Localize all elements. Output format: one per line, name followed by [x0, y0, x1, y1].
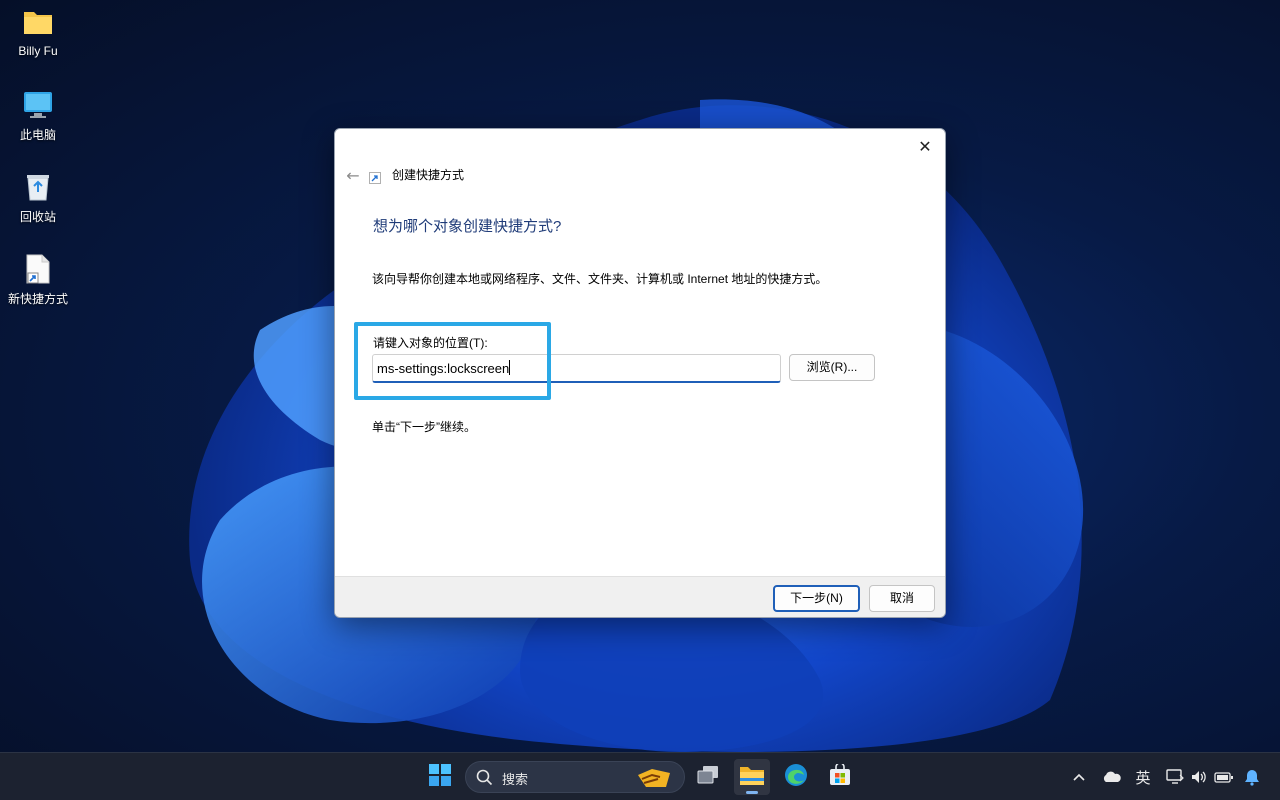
store-button[interactable]: [822, 759, 858, 795]
volume-icon[interactable]: [1189, 767, 1209, 787]
back-arrow-icon: ←: [346, 165, 360, 185]
close-button[interactable]: ✕: [911, 133, 939, 159]
store-icon: [829, 762, 851, 790]
search-placeholder: 搜索: [502, 772, 529, 787]
cancel-button[interactable]: 取消: [869, 585, 935, 612]
desktop-icon-label: 新快捷方式: [7, 292, 68, 306]
folder-icon: [0, 8, 76, 39]
back-button[interactable]: ←: [341, 165, 365, 185]
search-icon: [476, 769, 493, 789]
edge-icon: [784, 763, 808, 791]
text-caret: [509, 360, 511, 375]
shortcut-wizard-icon: [369, 169, 381, 184]
edge-button[interactable]: [778, 759, 814, 795]
dialog-footer: 下一步(N) 取消: [335, 576, 945, 617]
ime-indicator[interactable]: 英: [1133, 767, 1153, 787]
wizard-description: 该向导帮你创建本地或网络程序、文件、文件夹、计算机或 Internet 地址的快…: [372, 272, 828, 286]
location-input[interactable]: ms-settings:lockscreen: [372, 354, 781, 383]
desktop-icon-label: 回收站: [19, 210, 56, 224]
close-icon: ✕: [918, 136, 932, 156]
onedrive-icon[interactable]: [1101, 767, 1123, 787]
shortcut-file-icon: [0, 254, 76, 287]
network-icon[interactable]: [1165, 767, 1185, 787]
computer-icon: [0, 90, 76, 123]
create-shortcut-dialog: ✕ ← 创建快捷方式 想为哪个对象创建快捷方式? 该向导帮你创建本地或网络程序、…: [334, 128, 946, 618]
desktop-icon-label: Billy Fu: [18, 44, 58, 58]
desktop-icon-user-folder[interactable]: Billy Fu: [0, 8, 76, 59]
folder-icon: [739, 764, 765, 790]
desktop-icon-label: 此电脑: [19, 128, 56, 142]
desktop-icon-recycle-bin[interactable]: 回收站: [0, 172, 76, 225]
start-button[interactable]: [422, 759, 458, 795]
browse-button[interactable]: 浏览(R)...: [789, 354, 875, 381]
recycle-bin-icon: [0, 172, 76, 205]
desktop-icon-new-shortcut[interactable]: 新快捷方式: [0, 254, 76, 307]
taskbar: 搜索 英: [0, 752, 1280, 800]
next-button[interactable]: 下一步(N): [773, 585, 860, 612]
task-view-icon: [696, 765, 720, 789]
wizard-heading: 想为哪个对象创建快捷方式?: [373, 218, 562, 235]
desktop-icon-this-pc[interactable]: 此电脑: [0, 90, 76, 143]
continue-hint: 单击“下一步”继续。: [372, 420, 476, 434]
dialog-title: 创建快捷方式: [392, 168, 465, 182]
windows-logo-icon: [429, 764, 451, 790]
file-explorer-button[interactable]: [734, 759, 770, 795]
search-highlight-art-icon: [636, 767, 672, 792]
notification-icon[interactable]: [1242, 767, 1262, 787]
taskbar-search-box[interactable]: 搜索: [465, 761, 685, 793]
battery-icon[interactable]: [1213, 767, 1235, 787]
task-view-button[interactable]: [690, 759, 726, 795]
chevron-up-icon[interactable]: [1071, 767, 1087, 787]
location-label: 请键入对象的位置(T):: [373, 336, 488, 350]
location-input-value: ms-settings:lockscreen: [377, 361, 510, 376]
